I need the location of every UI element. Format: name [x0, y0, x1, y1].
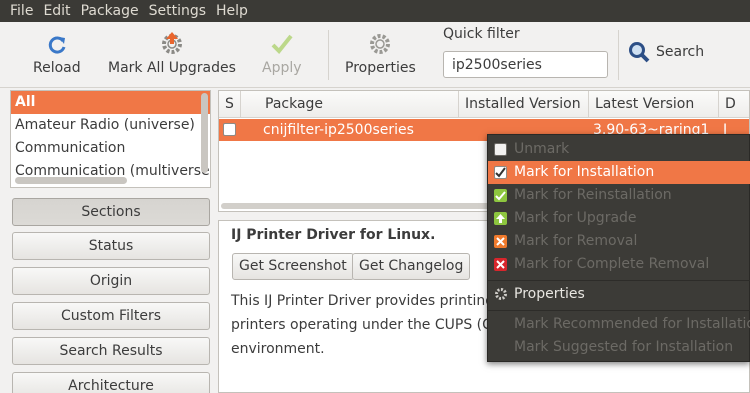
category-item[interactable]: Communication [11, 137, 210, 160]
quick-filter-label: Quick filter [443, 26, 520, 42]
apply-button[interactable]: Apply [262, 22, 302, 88]
menu-help[interactable]: Help [216, 3, 248, 19]
toolbar-separator [618, 30, 619, 80]
menu-item-unmark[interactable]: Unmark [488, 138, 750, 161]
reinstall-check-icon [494, 189, 507, 202]
menu-edit[interactable]: Edit [43, 3, 70, 19]
menu-item-mark-for-removal[interactable]: Mark for Removal [488, 230, 750, 253]
package-context-menu: Unmark Mark for Installation Mark for Re… [487, 134, 750, 362]
category-vertical-scrollbar[interactable] [200, 93, 209, 177]
package-description: This IJ Printer Driver provides printing… [231, 293, 501, 357]
gear-icon [368, 22, 392, 56]
mark-all-upgrades-button[interactable]: Mark All Upgrades [108, 22, 236, 88]
search-button[interactable]: Search [628, 34, 704, 70]
menu-separator [488, 310, 750, 311]
unmark-checkbox-icon [494, 143, 507, 156]
menu-file[interactable]: File [10, 3, 33, 19]
menu-item-label: Mark for Installation [514, 164, 655, 180]
package-status-checkbox[interactable] [223, 123, 236, 136]
category-horizontal-scrollbar[interactable] [15, 177, 127, 184]
column-header-status[interactable]: S [219, 91, 241, 118]
reload-button[interactable]: Reload [33, 22, 81, 88]
upgrade-gear-icon [159, 22, 185, 56]
menu-item-label: Mark for Complete Removal [514, 256, 710, 272]
apply-label: Apply [262, 60, 302, 76]
column-header-package[interactable]: Package [259, 91, 459, 118]
origin-button[interactable]: Origin [12, 267, 210, 295]
category-item[interactable]: All [11, 91, 210, 114]
reload-icon [46, 22, 68, 56]
reload-label: Reload [33, 60, 81, 76]
column-header-description[interactable]: D [719, 91, 749, 118]
menu-item-mark-for-upgrade[interactable]: Mark for Upgrade [488, 207, 750, 230]
search-icon [629, 42, 650, 63]
menu-item-mark-recommended[interactable]: Mark Recommended for Installation [488, 313, 750, 336]
menu-item-mark-for-complete-removal[interactable]: Mark for Complete Removal [488, 253, 750, 276]
removal-x-icon [494, 235, 507, 248]
menu-item-label: Mark for Upgrade [514, 210, 637, 226]
menu-item-label: Unmark [514, 141, 570, 157]
quick-filter-input[interactable] [443, 51, 608, 78]
menu-item-mark-for-reinstallation[interactable]: Mark for Reinstallation [488, 184, 750, 207]
status-button[interactable]: Status [12, 232, 210, 260]
mark-all-upgrades-label: Mark All Upgrades [108, 60, 236, 76]
menu-item-label: Properties [514, 286, 585, 302]
checkbox-checked-icon [494, 166, 507, 179]
toolbar: Reload Mark All Upgrades Apply Propertie… [0, 22, 750, 88]
properties-label: Properties [345, 60, 416, 76]
menu-item-label: Mark for Reinstallation [514, 187, 672, 203]
search-label: Search [656, 44, 705, 60]
architecture-button[interactable]: Architecture [12, 372, 210, 393]
column-header-latest-version[interactable]: Latest Version [589, 91, 719, 118]
gear-icon [494, 288, 507, 301]
category-item[interactable]: Amateur Radio (universe) [11, 114, 210, 137]
get-changelog-button[interactable]: Get Changelog [352, 253, 471, 280]
menu-item-label: Mark Recommended for Installation [514, 316, 750, 332]
toolbar-separator [328, 30, 329, 80]
table-header: S Package Installed Version Latest Versi… [219, 91, 749, 118]
upgrade-arrow-icon [494, 212, 507, 225]
complete-removal-x-icon [494, 258, 507, 271]
custom-filters-button[interactable]: Custom Filters [12, 302, 210, 330]
menu-separator [488, 280, 750, 281]
category-list: All Amateur Radio (universe) Communicati… [10, 90, 211, 188]
apply-check-icon [270, 22, 294, 56]
synaptic-window: File Edit Package Settings Help Reload M… [0, 0, 750, 393]
properties-button[interactable]: Properties [345, 22, 416, 88]
menu-item-label: Mark Suggested for Installation [514, 339, 734, 355]
package-summary-title: IJ Printer Driver for Linux. [231, 227, 436, 243]
menubar: File Edit Package Settings Help [0, 0, 750, 22]
table-horizontal-scrollbar[interactable] [221, 203, 499, 209]
package-name: cnijfilter-ip2500series [263, 122, 414, 138]
menu-item-mark-for-installation[interactable]: Mark for Installation [488, 161, 750, 184]
menu-item-properties[interactable]: Properties [488, 283, 750, 306]
menu-package[interactable]: Package [81, 3, 139, 19]
menu-item-mark-suggested[interactable]: Mark Suggested for Installation [488, 336, 750, 359]
menu-item-label: Mark for Removal [514, 233, 638, 249]
column-header-installed-version[interactable]: Installed Version [459, 91, 589, 118]
get-screenshot-button[interactable]: Get Screenshot [232, 253, 354, 280]
search-results-button[interactable]: Search Results [12, 337, 210, 365]
sections-button[interactable]: Sections [12, 198, 210, 226]
menu-settings[interactable]: Settings [149, 3, 206, 19]
